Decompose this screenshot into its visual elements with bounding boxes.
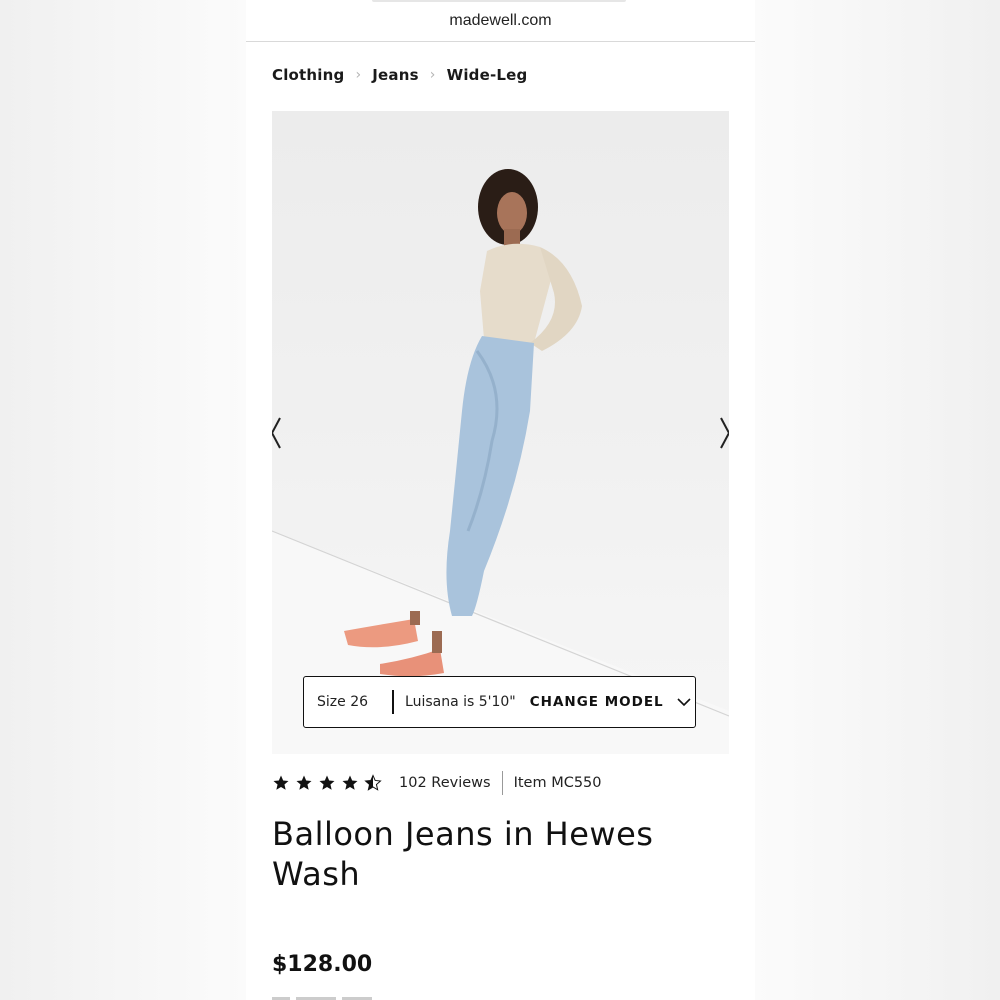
divider <box>392 690 395 714</box>
chevron-down-icon[interactable] <box>677 697 691 707</box>
model-size-selector[interactable]: Size 26 Luisana is 5'10" CHANGE MODEL <box>303 676 696 728</box>
breadcrumb: Clothing › Jeans › Wide-Leg <box>272 66 527 84</box>
breadcrumb-clothing[interactable]: Clothing <box>272 66 344 84</box>
model-size-label: Size 26 <box>317 694 369 710</box>
reviews-link[interactable]: 102 Reviews <box>399 775 491 791</box>
star-icon <box>342 775 358 790</box>
chevron-right-icon: › <box>355 67 362 83</box>
star-rating[interactable] <box>272 774 387 792</box>
star-icon <box>296 775 312 790</box>
star-half-icon <box>364 774 382 791</box>
address-pill <box>372 0 626 2</box>
url-text[interactable]: madewell.com <box>246 12 755 30</box>
star-icon <box>273 775 289 790</box>
product-price: $128.00 <box>272 952 373 977</box>
cut-off-text <box>272 997 372 1000</box>
item-number: Item MC550 <box>513 775 602 791</box>
chevron-right-icon: › <box>429 67 436 83</box>
star-icon <box>319 775 335 790</box>
chevron-right-icon[interactable] <box>717 416 729 450</box>
backdrop-left <box>0 0 246 1000</box>
breadcrumb-jeans[interactable]: Jeans <box>372 66 418 84</box>
browser-address-bar[interactable]: madewell.com <box>246 0 755 42</box>
model-height-label: Luisana is 5'10" <box>405 694 516 710</box>
chevron-left-icon[interactable] <box>272 416 284 450</box>
product-title: Balloon Jeans in Hewes Wash <box>272 815 654 893</box>
product-photo <box>272 169 729 754</box>
backdrop-right <box>755 0 1000 1000</box>
divider <box>501 771 503 795</box>
change-model-button[interactable]: CHANGE MODEL <box>530 694 664 710</box>
breadcrumb-wide-leg[interactable]: Wide-Leg <box>447 66 528 84</box>
phone-screen: madewell.com Clothing › Jeans › Wide-Leg <box>246 0 755 1000</box>
rating-row: 102 Reviews Item MC550 <box>272 771 602 795</box>
product-image[interactable]: Size 26 Luisana is 5'10" CHANGE MODEL <box>272 111 729 754</box>
